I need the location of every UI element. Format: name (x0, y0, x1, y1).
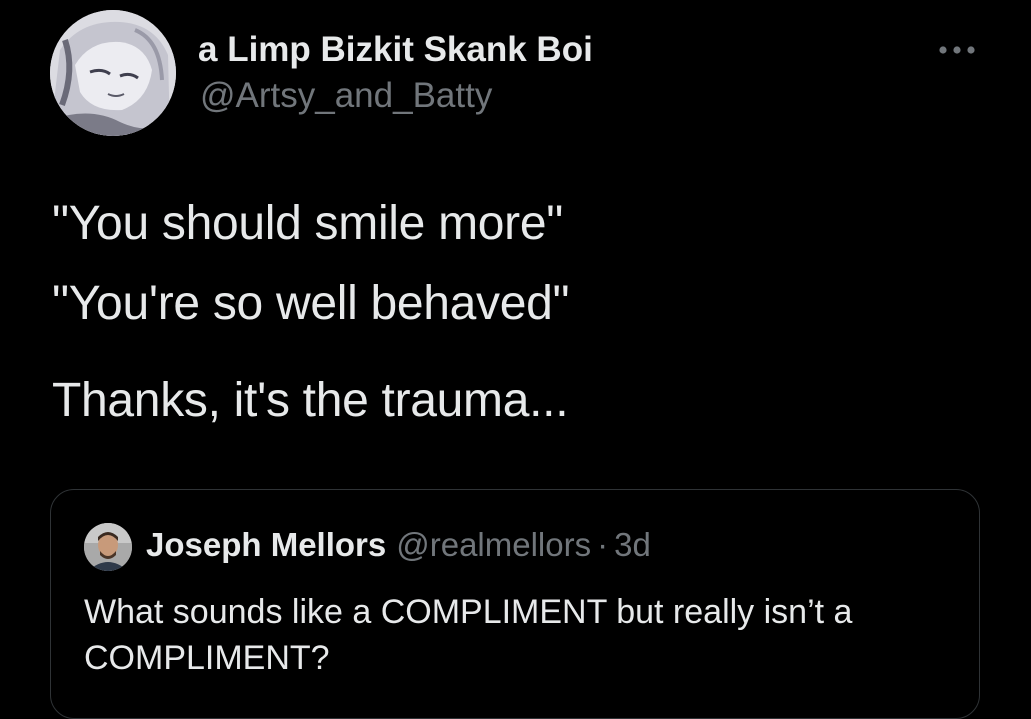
profile-illustration-avatar-icon (50, 10, 176, 136)
quoted-tweet-header: Joseph Mellors @realmellors · 3d (146, 526, 651, 564)
quoted-tweet-card[interactable]: Joseph Mellors @realmellors · 3d What sound… (50, 489, 980, 719)
author-display-name[interactable]: a Limp Bizkit Skank Boi (198, 30, 593, 70)
quoted-tweet-text: What sounds like a COMPLIMENT but really… (84, 593, 853, 677)
quoted-tweet-timestamp[interactable]: 3d (614, 526, 651, 563)
tweet-container: a Limp Bizkit Skank Boi @Artsy_and_Batty… (0, 0, 1031, 719)
tweet-text-line: "You should smile more" (52, 197, 563, 250)
more-horizontal-icon[interactable] (934, 36, 980, 64)
header-separator: · (597, 526, 609, 563)
tweet-text-line: Thanks, it's the trauma... (52, 374, 569, 427)
quoted-author-handle[interactable]: @realmellors (396, 526, 591, 563)
author-handle[interactable]: @Artsy_and_Batty (200, 76, 492, 116)
quoted-author-name[interactable]: Joseph Mellors (146, 526, 386, 563)
author-avatar[interactable] (50, 10, 176, 136)
tweet-text-line: "You're so well behaved" (52, 277, 570, 330)
person-photo-icon (84, 523, 132, 571)
quoted-author-avatar[interactable] (84, 523, 132, 571)
